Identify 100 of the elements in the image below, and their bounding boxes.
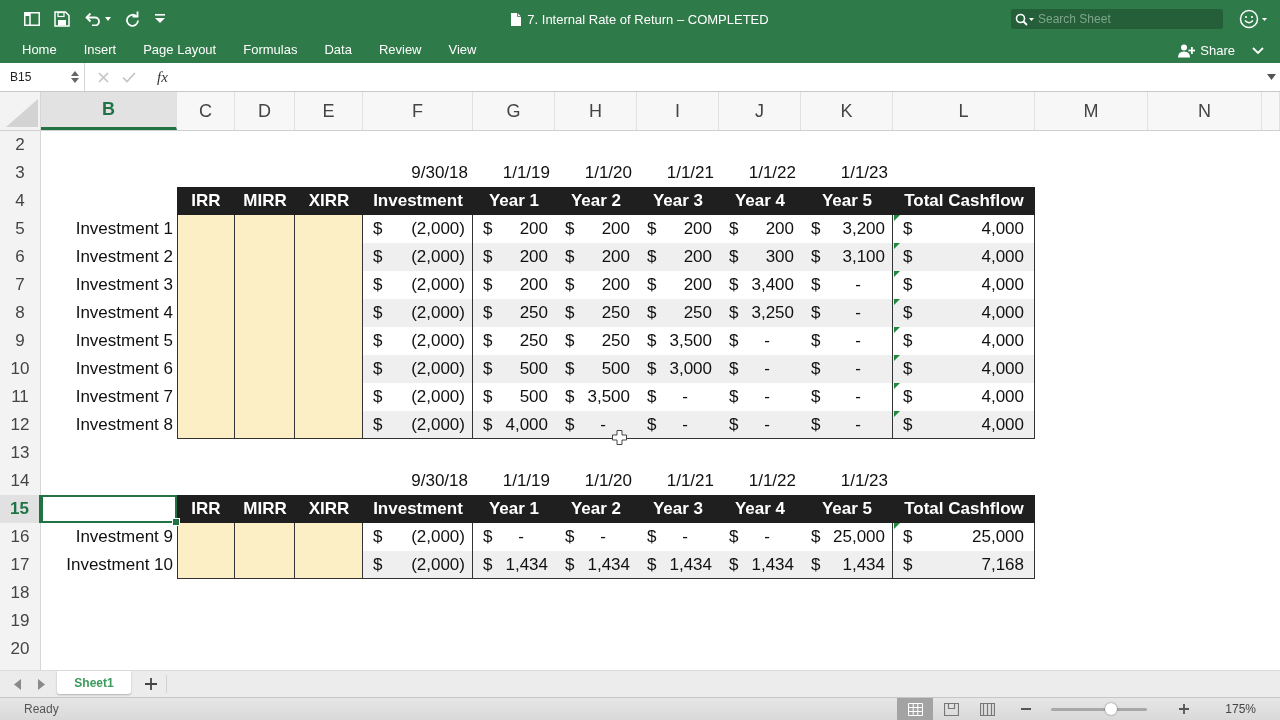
page-icon — [943, 702, 959, 716]
ribbon-tab[interactable]: Insert — [83, 40, 117, 61]
column-header[interactable]: G — [473, 92, 555, 130]
amount: 200 — [519, 275, 548, 295]
row-header[interactable]: 2 — [0, 131, 41, 159]
row-header[interactable]: 5 — [0, 215, 41, 243]
ribbon-tab[interactable]: Data — [324, 40, 352, 61]
row-header[interactable]: 20 — [0, 635, 41, 663]
currency-symbol: $ — [483, 414, 493, 435]
plus-icon[interactable] — [1179, 704, 1190, 714]
row-header[interactable]: 14 — [0, 467, 41, 495]
minus-icon[interactable] — [1021, 708, 1032, 710]
amount: 1,434 — [842, 554, 885, 575]
ribbon-tab[interactable]: Formulas — [243, 40, 298, 61]
smiley-icon[interactable] — [1239, 9, 1268, 29]
date-label: 9/30/18 — [411, 471, 468, 491]
column-header[interactable]: J — [719, 92, 801, 130]
row-header[interactable]: 12 — [0, 411, 41, 439]
customize-icon[interactable] — [154, 14, 166, 24]
sheet-tab[interactable]: Sheet1 — [57, 671, 131, 694]
row-header[interactable]: 10 — [0, 355, 41, 383]
column-header[interactable]: B — [41, 92, 177, 130]
row-header[interactable]: 17 — [0, 551, 41, 579]
column-header[interactable]: N — [1148, 92, 1262, 130]
currency-symbol: $ — [373, 247, 383, 267]
caret-icon[interactable] — [105, 17, 111, 21]
amount: - — [764, 331, 771, 351]
scroll-left-icon[interactable] — [14, 678, 21, 690]
column-heading: MIRR — [235, 495, 295, 523]
currency-symbol: $ — [811, 387, 821, 407]
share-button[interactable]: Share — [1178, 43, 1235, 58]
error-indicator-icon[interactable] — [894, 411, 900, 417]
chevron-down-icon[interactable] — [1252, 46, 1264, 55]
undo-icon[interactable] — [84, 12, 101, 26]
currency-symbol: $ — [483, 219, 493, 239]
expand-caret-icon[interactable] — [1267, 74, 1276, 80]
currency-symbol: $ — [647, 219, 657, 239]
sidebar-icon[interactable] — [24, 12, 40, 26]
column-header[interactable]: D — [235, 92, 295, 130]
currency-symbol: $ — [903, 414, 913, 435]
currency-symbol: $ — [565, 275, 575, 295]
column-header[interactable]: M — [1035, 92, 1148, 130]
row-header[interactable]: 4 — [0, 187, 41, 215]
amount: 200 — [683, 247, 712, 267]
view-button[interactable] — [897, 698, 934, 720]
row-header[interactable]: 15 — [0, 495, 41, 523]
amount: 500 — [601, 359, 630, 379]
row-label: Investment 1 — [75, 219, 173, 239]
plus-icon[interactable] — [145, 678, 157, 690]
row-header[interactable]: 11 — [0, 383, 41, 411]
search-icon[interactable] — [1015, 13, 1035, 26]
slider-thumb[interactable] — [1104, 703, 1117, 715]
scroll-right-icon[interactable] — [38, 678, 45, 690]
row-label: Investment 7 — [75, 387, 173, 407]
row-header[interactable]: 16 — [0, 523, 41, 551]
row-header[interactable]: 7 — [0, 271, 41, 299]
row-header[interactable]: 9 — [0, 327, 41, 355]
ribbon-tab[interactable]: View — [448, 40, 477, 61]
input-cell — [177, 523, 235, 551]
row-header[interactable]: 6 — [0, 243, 41, 271]
row-header[interactable]: 19 — [0, 607, 41, 635]
currency-symbol: $ — [903, 303, 913, 323]
insert-function-button[interactable]: fx — [155, 68, 170, 86]
error-indicator-icon[interactable] — [894, 243, 900, 249]
row-header[interactable]: 13 — [0, 439, 41, 467]
date-label: 1/1/23 — [840, 163, 888, 183]
column-header[interactable]: E — [295, 92, 363, 130]
active-cell[interactable] — [41, 495, 177, 523]
ribbon-tab[interactable]: Review — [378, 40, 422, 61]
fill-handle[interactable] — [172, 518, 180, 526]
row-header[interactable]: 18 — [0, 579, 41, 607]
save-icon[interactable] — [54, 11, 70, 27]
redo-icon[interactable] — [125, 11, 140, 27]
stepper-icon[interactable] — [71, 70, 79, 84]
row-header[interactable]: 3 — [0, 159, 41, 187]
currency-symbol: $ — [565, 414, 575, 435]
column-header[interactable]: K — [801, 92, 893, 130]
error-indicator-icon[interactable] — [894, 299, 900, 305]
column-header[interactable]: H — [555, 92, 637, 130]
column-header[interactable]: F — [363, 92, 473, 130]
amount: 200 — [601, 247, 630, 267]
amount: 200 — [765, 219, 794, 239]
input-cell — [177, 215, 235, 243]
input-cell — [295, 523, 363, 551]
ribbon-tab[interactable]: Page Layout — [143, 40, 217, 61]
column-header[interactable]: I — [637, 92, 719, 130]
input-cell — [235, 411, 295, 439]
date-label: 1/1/21 — [666, 163, 714, 183]
row-header[interactable]: 8 — [0, 299, 41, 327]
error-indicator-icon[interactable] — [894, 355, 900, 361]
currency-symbol: $ — [647, 527, 657, 547]
ribbon-tab[interactable]: Home — [22, 40, 57, 61]
currency-symbol: $ — [373, 303, 383, 323]
zoom-level[interactable]: 175% — [1225, 702, 1256, 716]
column-header[interactable]: L — [893, 92, 1035, 130]
name-box[interactable]: B15 — [0, 63, 85, 91]
column-header[interactable]: C — [177, 92, 235, 130]
zoom-slider[interactable] — [1051, 702, 1148, 716]
amount: 3,400 — [751, 275, 794, 295]
search-field[interactable]: Search Sheet — [1011, 9, 1223, 29]
